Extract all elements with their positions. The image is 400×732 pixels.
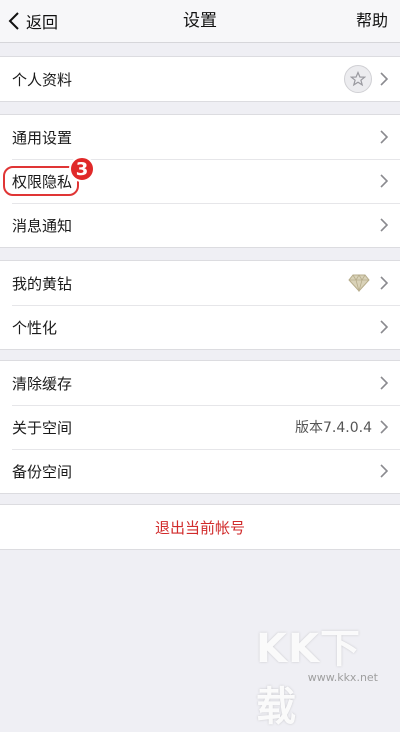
row-label: 我的黄钻 [12, 274, 73, 293]
watermark-url: www.kkx.net [307, 671, 378, 684]
group-personalization: 我的黄钻 个性化 [0, 260, 400, 350]
chevron-right-icon [380, 376, 388, 390]
back-button[interactable]: 返回 [8, 0, 58, 42]
row-permission-privacy[interactable]: 权限隐私 3 [0, 156, 400, 203]
row-label: 消息通知 [12, 216, 73, 235]
row-label: 备份空间 [12, 462, 73, 481]
step-badge: 3 [69, 156, 95, 182]
chevron-right-icon [380, 464, 388, 478]
chevron-right-icon [380, 276, 388, 290]
version-value: 版本7.4.0.4 [295, 420, 372, 436]
row-clear-cache[interactable]: 清除缓存 [0, 361, 400, 405]
chevron-right-icon [380, 72, 388, 86]
row-label: 通用设置 [12, 128, 73, 147]
row-backup-space[interactable]: 备份空间 [0, 449, 400, 493]
chevron-right-icon [380, 320, 388, 334]
row-label: 关于空间 [12, 418, 73, 437]
row-about-space[interactable]: 关于空间 版本7.4.0.4 [0, 405, 400, 449]
page-title: 设置 [183, 11, 217, 31]
row-message-notification[interactable]: 消息通知 [0, 203, 400, 247]
chevron-left-icon [8, 12, 19, 30]
chevron-right-icon [380, 130, 388, 144]
nav-bar: 返回 设置 帮助 [0, 0, 400, 43]
row-personalize[interactable]: 个性化 [0, 305, 400, 349]
help-button[interactable]: 帮助 [356, 0, 388, 42]
row-label: 个性化 [12, 318, 58, 337]
group-profile: 个人资料 [0, 56, 400, 102]
row-label: 个人资料 [12, 70, 73, 89]
row-label: 清除缓存 [12, 374, 73, 393]
back-label: 返回 [26, 13, 59, 32]
row-personal-profile[interactable]: 个人资料 [0, 57, 400, 101]
group-storage: 清除缓存 关于空间 版本7.4.0.4 备份空间 [0, 360, 400, 494]
row-yellow-diamond[interactable]: 我的黄钻 [0, 261, 400, 305]
star-icon [344, 65, 372, 93]
logout-button[interactable]: 退出当前帐号 [0, 504, 400, 550]
row-label: 权限隐私 [12, 172, 73, 191]
chevron-right-icon [380, 420, 388, 434]
row-general-settings[interactable]: 通用设置 [0, 115, 400, 159]
logout-label: 退出当前帐号 [154, 518, 245, 537]
watermark: KK下载 www.kkx.net [256, 616, 386, 730]
chevron-right-icon [380, 174, 388, 188]
diamond-icon [348, 274, 370, 292]
group-settings: 通用设置 权限隐私 3 消息通知 [0, 114, 400, 248]
chevron-right-icon [380, 218, 388, 232]
